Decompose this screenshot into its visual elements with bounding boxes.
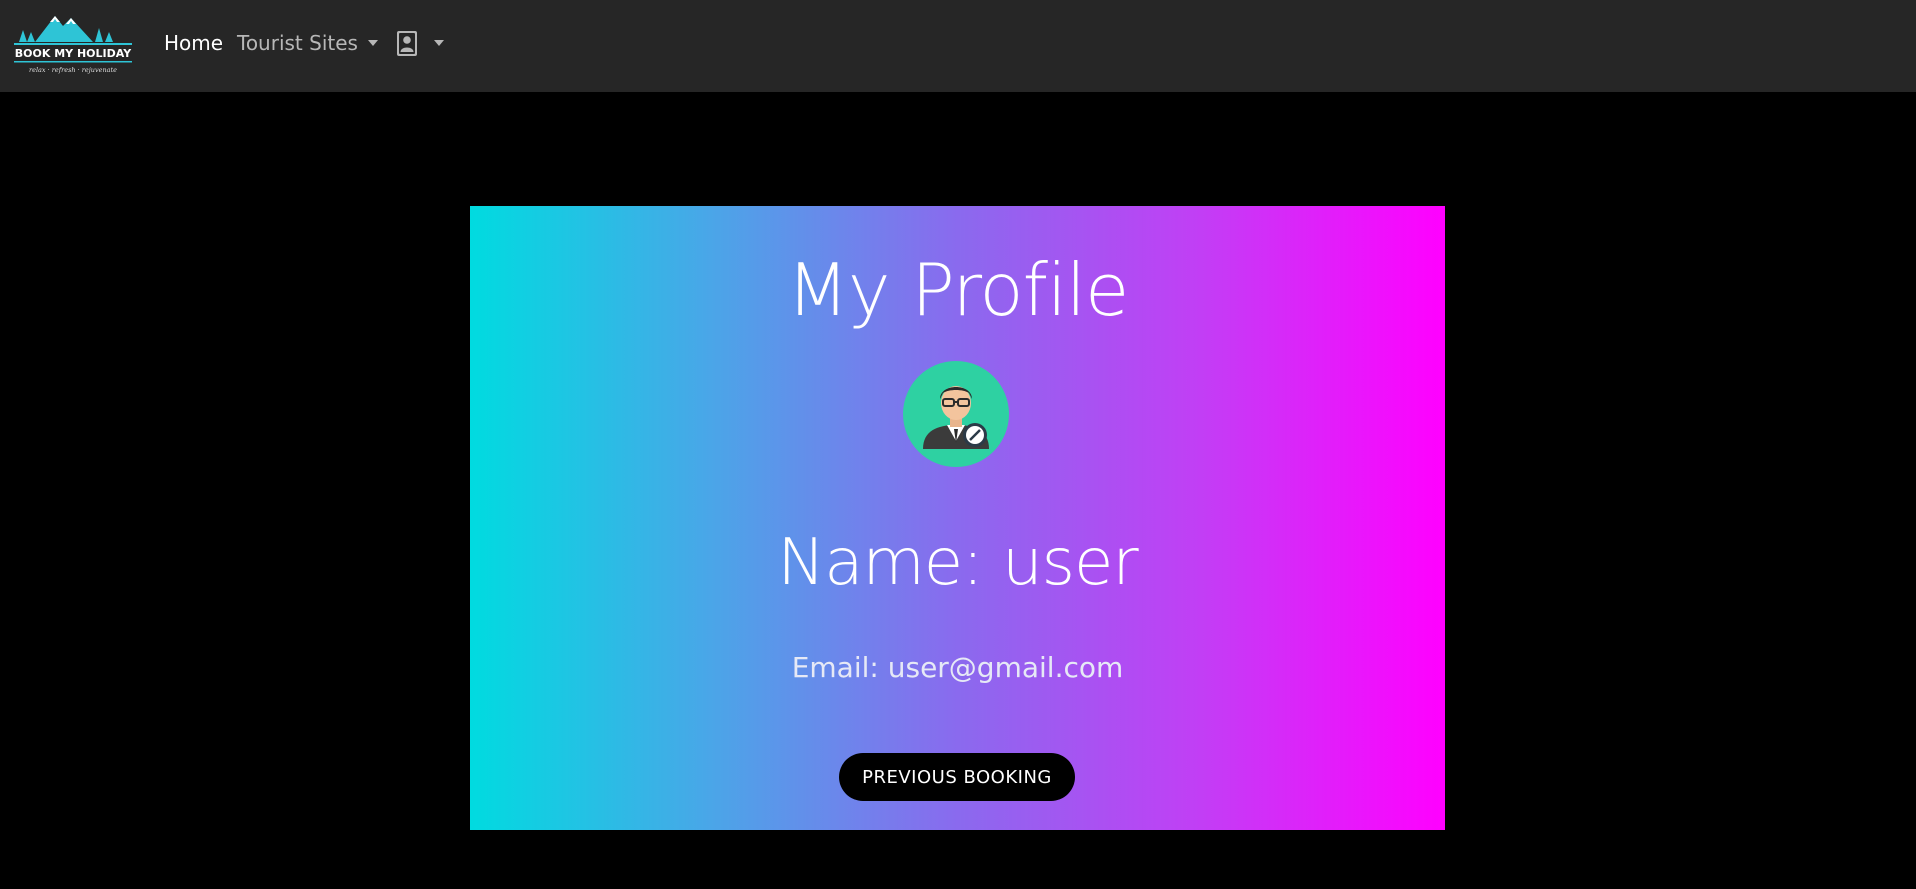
avatar[interactable]: [903, 361, 1009, 467]
page-title: My Profile: [786, 248, 1130, 332]
brand-tagline: relax · refresh · rejuvenate: [29, 66, 117, 74]
user-edit-avatar-icon: [923, 386, 989, 449]
mountain-logo-icon: BOOK MY HOLIDAY relax · refresh · rejuve…: [14, 16, 132, 74]
nav-tourist-sites-dropdown[interactable]: Tourist Sites: [237, 30, 378, 56]
brand-name: BOOK MY HOLIDAY: [15, 47, 132, 60]
nav-tourist-sites-label: Tourist Sites: [237, 31, 358, 55]
chevron-down-icon: [367, 39, 378, 46]
previous-booking-button[interactable]: PREVIOUS BOOKING: [839, 753, 1075, 801]
user-menu-dropdown[interactable]: [396, 28, 444, 58]
brand-logo[interactable]: BOOK MY HOLIDAY relax · refresh · rejuve…: [13, 8, 133, 80]
top-navbar: BOOK MY HOLIDAY relax · refresh · rejuve…: [0, 0, 1916, 92]
nav-home-link[interactable]: Home: [164, 30, 223, 56]
profile-email: Email: user@gmail.com: [791, 651, 1124, 684]
user-contact-icon: [397, 30, 417, 56]
chevron-down-icon: [434, 40, 444, 46]
profile-card: My Profile Name: user Email: user@gmail.…: [470, 206, 1445, 830]
profile-name: Name: user: [777, 526, 1138, 600]
